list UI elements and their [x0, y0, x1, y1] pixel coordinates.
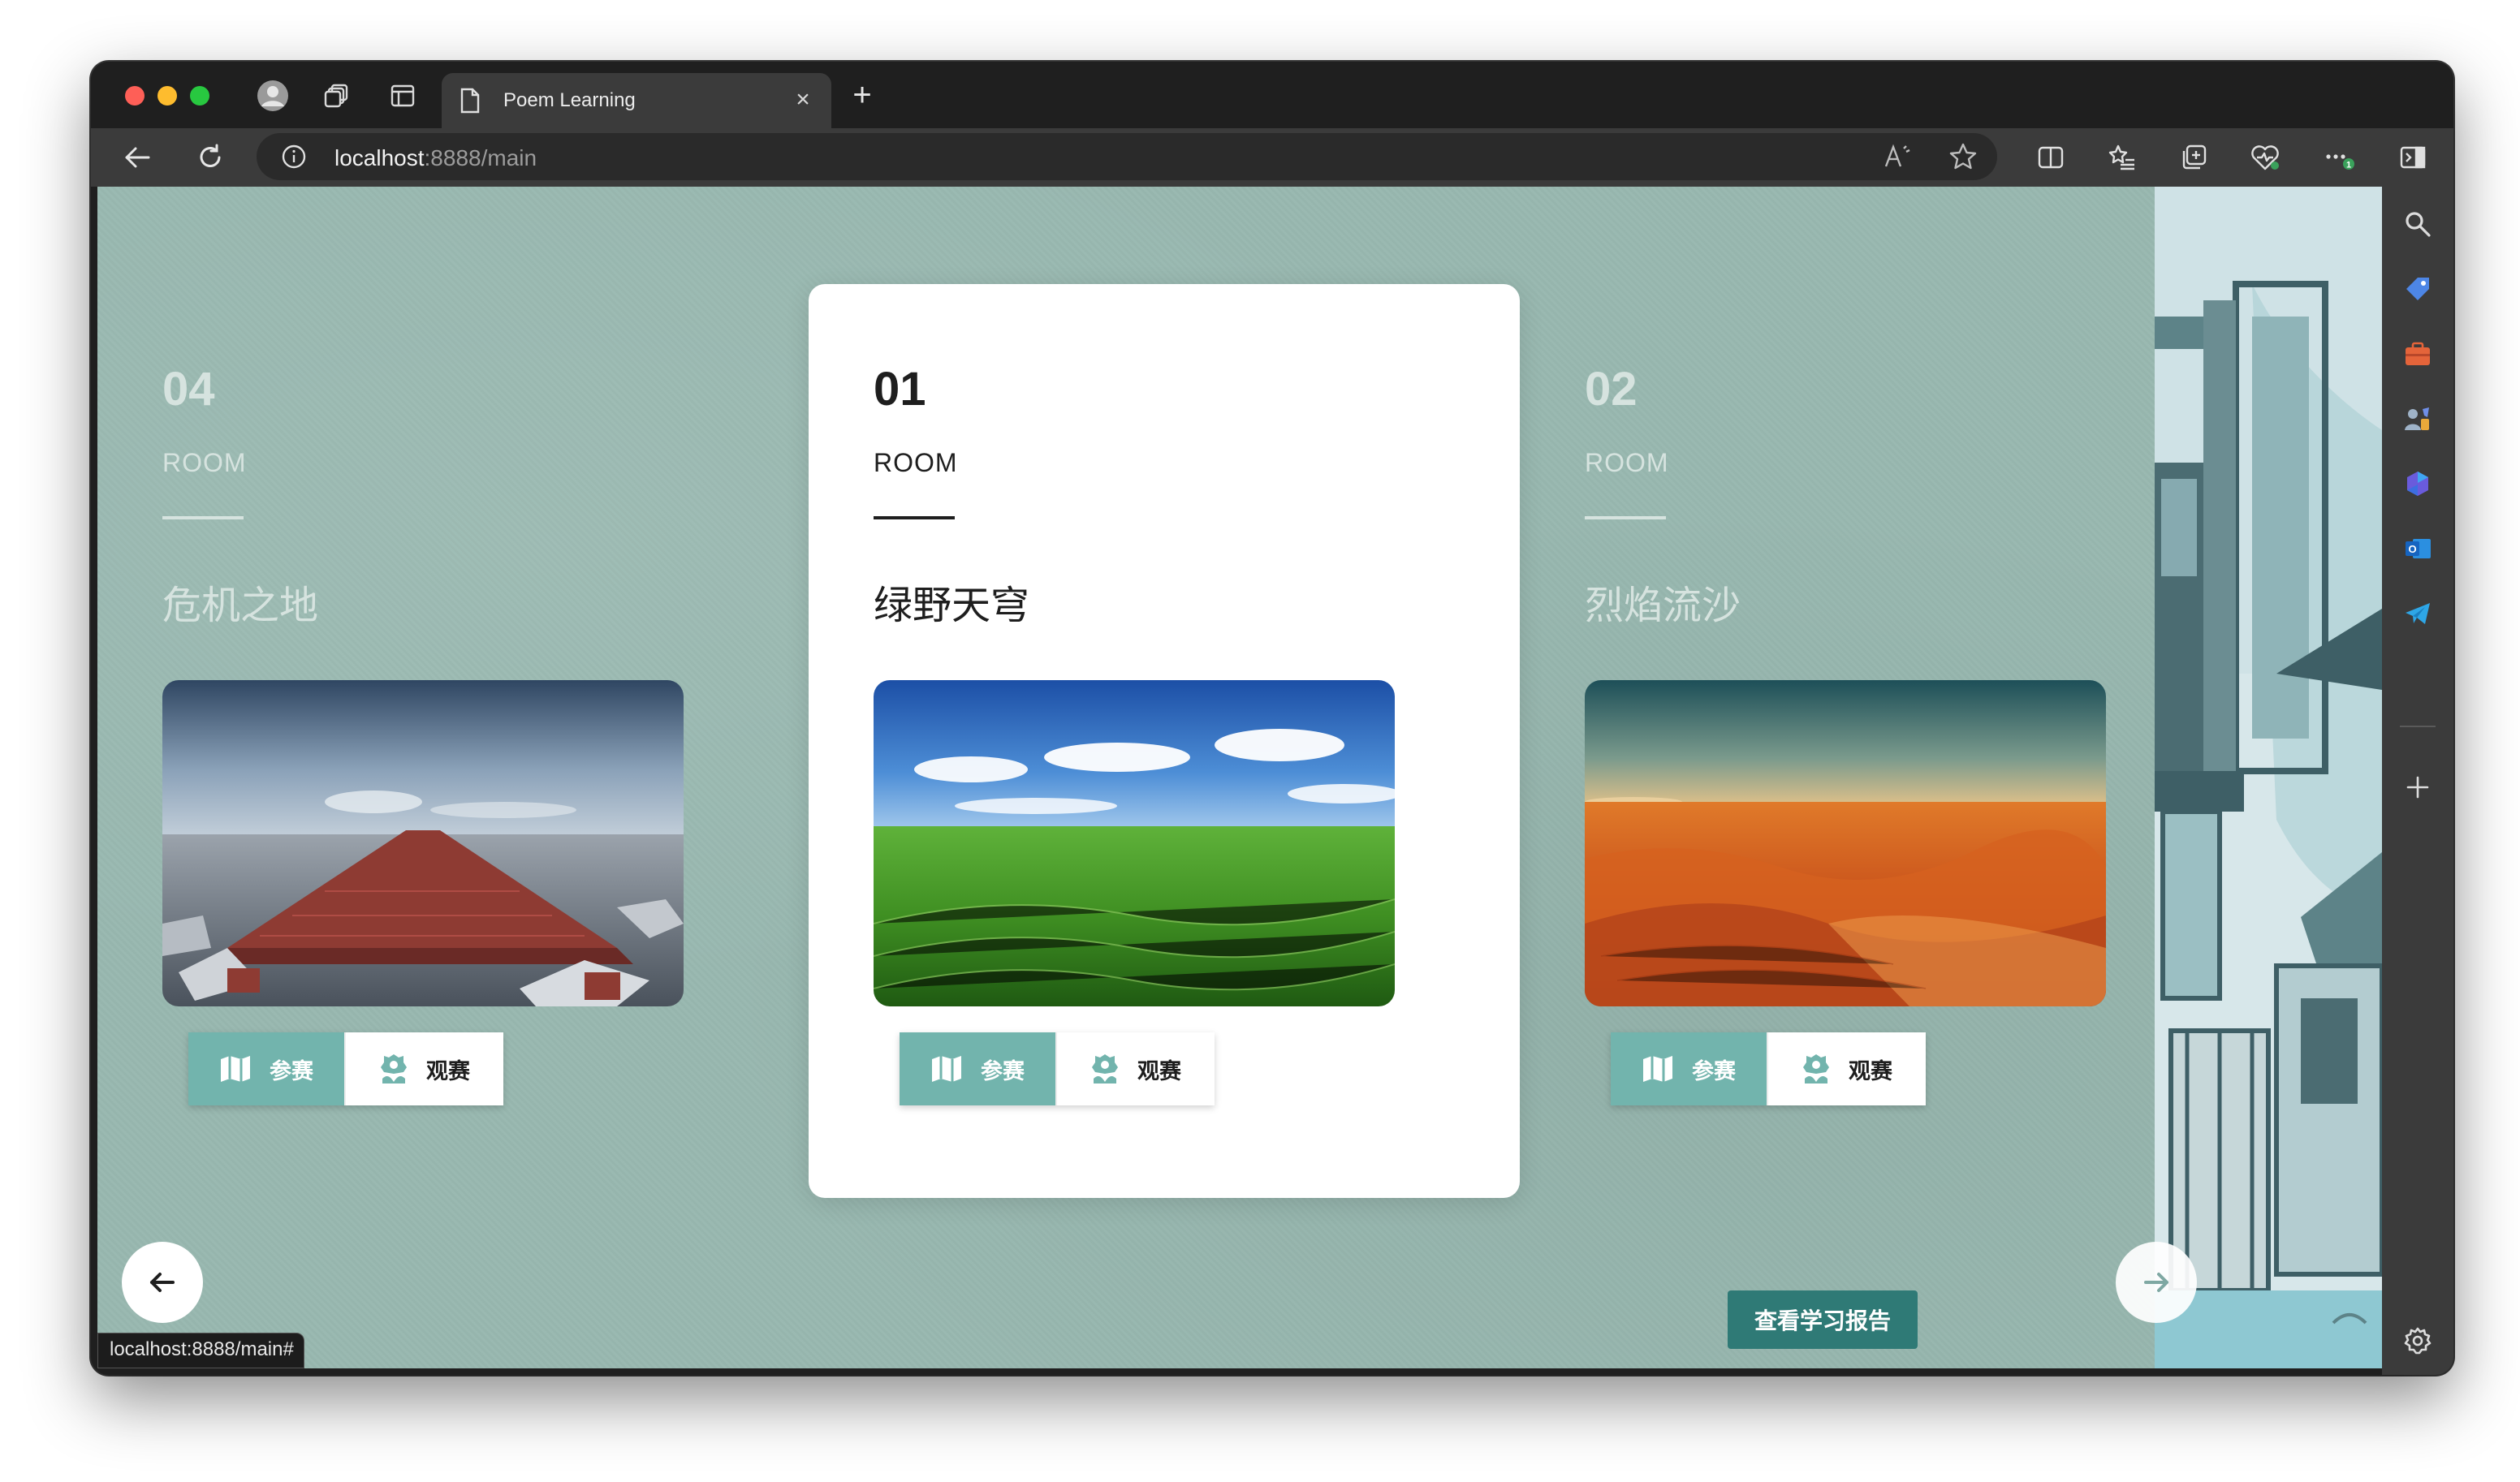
browser-toolbar: localhost:8888/main 1	[91, 128, 2453, 187]
room-card-04: 04 ROOM 危机之地 参赛 观赛	[97, 284, 809, 1198]
sidebar-settings-gear-icon[interactable]	[2398, 1321, 2437, 1360]
room-label: ROOM	[1585, 448, 1669, 477]
room-number: 02	[1585, 363, 1638, 416]
room-actions: 参赛 观赛	[900, 1032, 1215, 1105]
join-label: 参赛	[981, 1058, 1025, 1083]
room-name: 烈焰流沙	[1585, 584, 1741, 627]
watch-button[interactable]: 观赛	[344, 1032, 503, 1105]
page-viewport: 04 ROOM 危机之地 参赛 观赛 01 ROOM 绿野天穹 参赛 观赛 02…	[97, 187, 2382, 1368]
profile-avatar-icon[interactable]	[257, 80, 289, 112]
tab-title: Poem Learning	[503, 89, 636, 111]
svg-text:O: O	[2408, 543, 2416, 555]
tab-poem-learning[interactable]: Poem Learning ×	[442, 73, 831, 128]
watch-label: 观赛	[1137, 1058, 1181, 1083]
outlook-icon[interactable]: O	[2398, 529, 2437, 568]
svg-text:1: 1	[2346, 161, 2351, 170]
map-icon	[1643, 1056, 1672, 1082]
status-url-tooltip: localhost:8888/main#	[97, 1333, 304, 1368]
room-number: 04	[162, 363, 215, 416]
view-learning-report-button[interactable]: 查看学习报告	[1728, 1290, 1918, 1349]
join-button[interactable]: 参赛	[900, 1032, 1055, 1105]
workspaces-icon[interactable]	[321, 80, 354, 112]
reload-button[interactable]	[192, 140, 229, 175]
flower-icon	[381, 1054, 407, 1083]
tab-strip: Poem Learning × +	[91, 62, 2453, 128]
room-divider	[874, 516, 955, 519]
join-button[interactable]: 参赛	[188, 1032, 344, 1105]
split-screen-icon[interactable]	[2033, 140, 2069, 175]
watch-button[interactable]: 观赛	[1767, 1032, 1926, 1105]
map-icon	[932, 1056, 961, 1082]
copilot-icon[interactable]	[2398, 464, 2437, 503]
collections-icon[interactable]	[2176, 140, 2211, 175]
arrow-right-icon	[2144, 1273, 2168, 1292]
favorites-list-icon[interactable]	[2104, 140, 2140, 175]
add-sidebar-app-icon[interactable]	[2398, 768, 2437, 807]
crisis-land-image	[162, 680, 684, 1006]
edge-sidebar: O	[2382, 187, 2453, 1375]
maximize-window-button[interactable]	[190, 86, 209, 106]
send-telegram-icon[interactable]	[2398, 594, 2437, 633]
address-bar[interactable]: localhost:8888/main	[257, 133, 1997, 180]
room-name: 危机之地	[162, 584, 319, 627]
browser-window: Poem Learning × + localhost:8888/main 1 …	[91, 62, 2453, 1375]
shopping-tag-icon[interactable]	[2398, 269, 2437, 308]
site-info-icon[interactable]	[281, 144, 307, 174]
page-icon	[460, 88, 481, 118]
room-label: ROOM	[874, 448, 958, 477]
read-aloud-icon[interactable]	[1880, 139, 1916, 174]
back-button[interactable]	[119, 140, 156, 175]
favorite-star-icon[interactable]	[1945, 139, 1981, 174]
close-window-button[interactable]	[125, 86, 145, 106]
room-number: 01	[874, 363, 926, 416]
watch-button[interactable]: 观赛	[1055, 1032, 1215, 1105]
join-label: 参赛	[1692, 1058, 1736, 1083]
room-card-02: 02 ROOM 烈焰流沙 参赛 观赛	[1520, 284, 2231, 1198]
browser-essentials-icon[interactable]	[2247, 140, 2283, 175]
room-name: 绿野天穹	[874, 584, 1030, 627]
flower-icon	[1803, 1054, 1829, 1083]
room-label: ROOM	[162, 448, 247, 477]
watch-label: 观赛	[426, 1058, 470, 1083]
prev-room-button[interactable]	[122, 1242, 203, 1323]
room-divider	[1585, 516, 1666, 519]
search-icon[interactable]	[2398, 205, 2437, 243]
join-label: 参赛	[270, 1058, 313, 1083]
new-tab-icon[interactable]: +	[846, 79, 878, 112]
next-room-button[interactable]	[2116, 1242, 2197, 1323]
desert-dunes-image	[1585, 680, 2106, 1006]
tools-briefcase-icon[interactable]	[2398, 334, 2437, 373]
close-tab-icon[interactable]: ×	[789, 86, 817, 114]
room-card-01: 01 ROOM 绿野天穹 参赛 观赛	[809, 284, 1520, 1198]
sidebar-toggle-icon[interactable]	[2395, 140, 2431, 175]
map-icon	[221, 1056, 250, 1082]
watch-label: 观赛	[1849, 1058, 1892, 1083]
green-field-sky-image	[874, 680, 1395, 1006]
more-options-icon[interactable]: 1	[2322, 140, 2358, 175]
arrow-left-icon	[150, 1273, 175, 1292]
url-text: localhost:8888/main	[334, 145, 537, 170]
decorative-building-illustration	[2155, 187, 2382, 1368]
flower-icon	[1092, 1054, 1118, 1083]
room-divider	[162, 516, 244, 519]
room-actions: 参赛 观赛	[1611, 1032, 1926, 1105]
vertical-tabs-icon[interactable]	[386, 80, 419, 112]
minimize-window-button[interactable]	[158, 86, 177, 106]
join-button[interactable]: 参赛	[1611, 1032, 1767, 1105]
sidebar-divider	[2400, 726, 2436, 727]
games-icon[interactable]	[2398, 399, 2437, 438]
room-actions: 参赛 观赛	[188, 1032, 503, 1105]
